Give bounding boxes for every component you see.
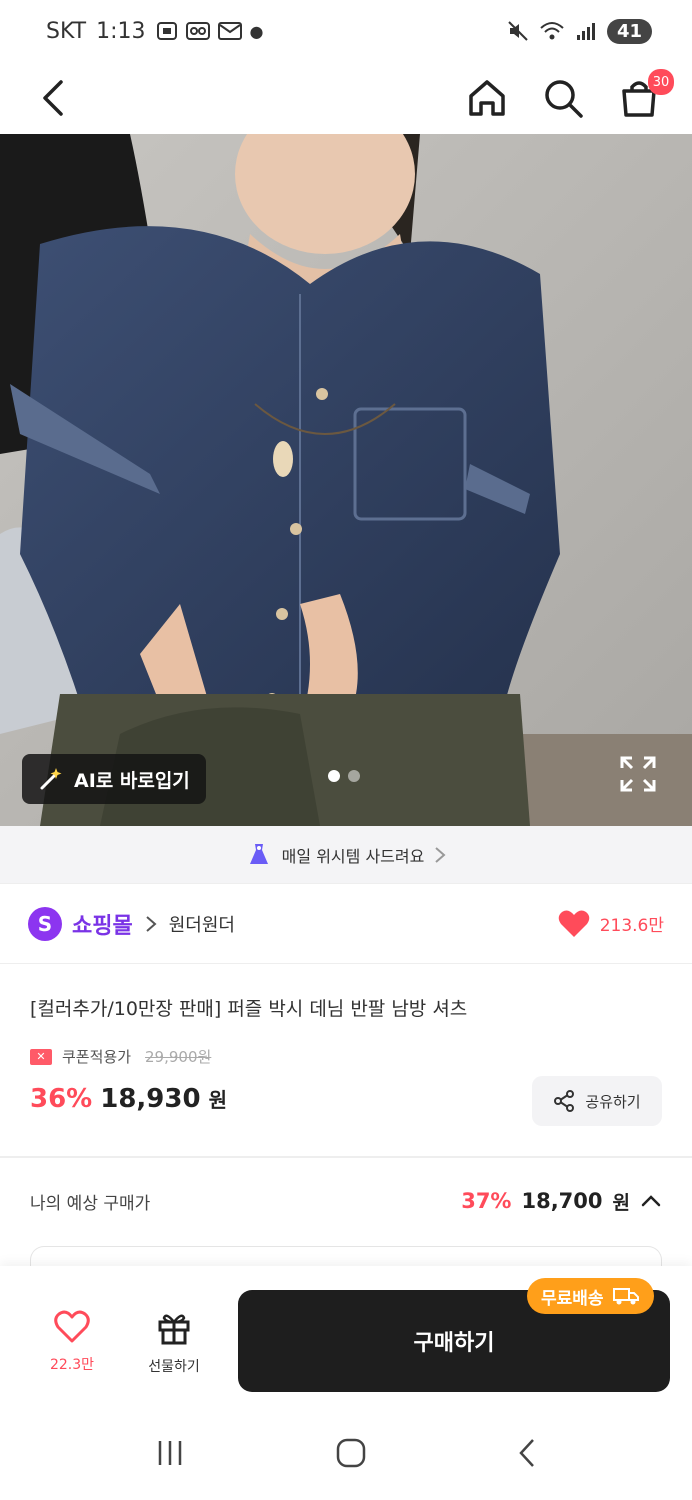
share-button[interactable]: 공유하기 bbox=[532, 1076, 662, 1126]
product-like-count: 22.3만 bbox=[49, 1357, 95, 1373]
dress-icon bbox=[249, 843, 268, 864]
currency-label: 원 bbox=[208, 1088, 227, 1112]
share-icon bbox=[554, 1090, 575, 1112]
search-icon bbox=[545, 80, 583, 118]
expand-button[interactable] bbox=[618, 754, 658, 794]
sale-price: 18,930 bbox=[100, 1084, 201, 1114]
expected-discount: 37% bbox=[461, 1189, 512, 1213]
carrier-label: SKT bbox=[46, 18, 87, 44]
chevron-left-icon bbox=[43, 80, 63, 116]
home-nav-icon[interactable] bbox=[335, 1437, 367, 1469]
magic-wand-icon bbox=[40, 768, 62, 790]
search-button[interactable] bbox=[540, 75, 586, 121]
cart-count-badge: 30 bbox=[648, 69, 674, 95]
seller-name-link[interactable]: 원더원더 bbox=[169, 911, 235, 937]
product-like-button[interactable]: 22.3만 bbox=[30, 1310, 114, 1374]
bottom-action-bar: 22.3만 선물하기 구매하기 무료배송 bbox=[0, 1266, 692, 1406]
wishlist-banner-text: 매일 위시템 사드려요 bbox=[281, 846, 425, 866]
shop-logo[interactable]: S bbox=[28, 906, 62, 941]
home-button[interactable] bbox=[464, 75, 510, 121]
wishlist-banner[interactable]: 매일 위시템 사드려요 bbox=[0, 826, 692, 884]
product-photo bbox=[0, 134, 692, 826]
gift-label: 선물하기 bbox=[148, 1359, 200, 1375]
section-divider bbox=[0, 1156, 692, 1158]
gift-button[interactable]: 선물하기 bbox=[134, 1310, 214, 1376]
gift-icon bbox=[158, 1314, 190, 1345]
ai-try-on-button[interactable]: AI로 바로입기 bbox=[22, 754, 206, 804]
coupon-label: 쿠폰적용가 bbox=[62, 1048, 132, 1066]
cart-button[interactable]: 30 bbox=[616, 69, 674, 121]
voicemail-icon bbox=[185, 22, 210, 40]
coupon-icon: ✕ bbox=[30, 1048, 52, 1065]
free-shipping-label: 무료배송 bbox=[541, 1288, 604, 1309]
clock: 1:13 bbox=[96, 18, 146, 44]
product-image[interactable]: AI로 바로입기 bbox=[0, 134, 692, 826]
mute-icon bbox=[508, 21, 528, 41]
expected-currency: 원 bbox=[612, 1191, 630, 1214]
heart-outline-icon bbox=[54, 1310, 90, 1343]
free-shipping-badge: 무료배송 bbox=[527, 1278, 654, 1314]
truck-icon bbox=[612, 1288, 639, 1305]
price-row: 36% 18,930 원 bbox=[30, 1084, 227, 1114]
mail-icon bbox=[217, 22, 242, 40]
expected-price-label: 나의 예상 구매가 bbox=[30, 1193, 151, 1214]
carousel-dot bbox=[328, 770, 340, 782]
app-header: 30 bbox=[0, 62, 692, 134]
recent-apps-icon[interactable] bbox=[155, 1438, 185, 1468]
battery-indicator: 41 bbox=[606, 18, 652, 44]
back-nav-icon[interactable] bbox=[517, 1437, 537, 1469]
chevron-right-icon bbox=[146, 915, 157, 932]
carousel-indicator bbox=[328, 770, 360, 782]
share-label: 공유하기 bbox=[585, 1092, 641, 1111]
home-icon bbox=[469, 80, 505, 116]
product-title: [컬러추가/10만장 판매] 퍼즐 박시 데님 반팔 남방 셔츠 bbox=[30, 998, 468, 1020]
expected-price: 18,700 bbox=[521, 1189, 603, 1213]
shop-row: S 쇼핑몰 원더원더 213.6만 bbox=[0, 884, 692, 964]
expected-price-row[interactable]: 나의 예상 구매가 37% 18,700 원 bbox=[30, 1176, 662, 1226]
shop-like-count: 213.6만 bbox=[599, 916, 664, 936]
system-nav-bar bbox=[0, 1406, 692, 1500]
ai-try-on-label: AI로 바로입기 bbox=[74, 769, 190, 792]
expand-icon bbox=[620, 756, 656, 792]
coupon-row: ✕ 쿠폰적용가 29,900원 bbox=[30, 1046, 211, 1067]
signal-icon bbox=[576, 23, 595, 40]
shop-name-link[interactable]: 쇼핑몰 bbox=[72, 908, 133, 940]
status-bar: SKT 1:13 ● 41 bbox=[0, 0, 692, 62]
heart-filled-icon bbox=[558, 910, 589, 937]
discount-rate: 36% bbox=[30, 1084, 93, 1114]
screenshot-icon bbox=[156, 22, 177, 40]
wifi-icon bbox=[540, 22, 564, 40]
carousel-dot bbox=[348, 770, 360, 782]
original-price: 29,900원 bbox=[145, 1048, 212, 1066]
chevron-right-icon bbox=[435, 846, 446, 863]
chevron-up-icon bbox=[641, 1195, 661, 1207]
dot-icon: ● bbox=[249, 21, 264, 41]
back-button[interactable] bbox=[30, 75, 76, 121]
shop-like-button[interactable]: 213.6만 bbox=[558, 909, 664, 939]
